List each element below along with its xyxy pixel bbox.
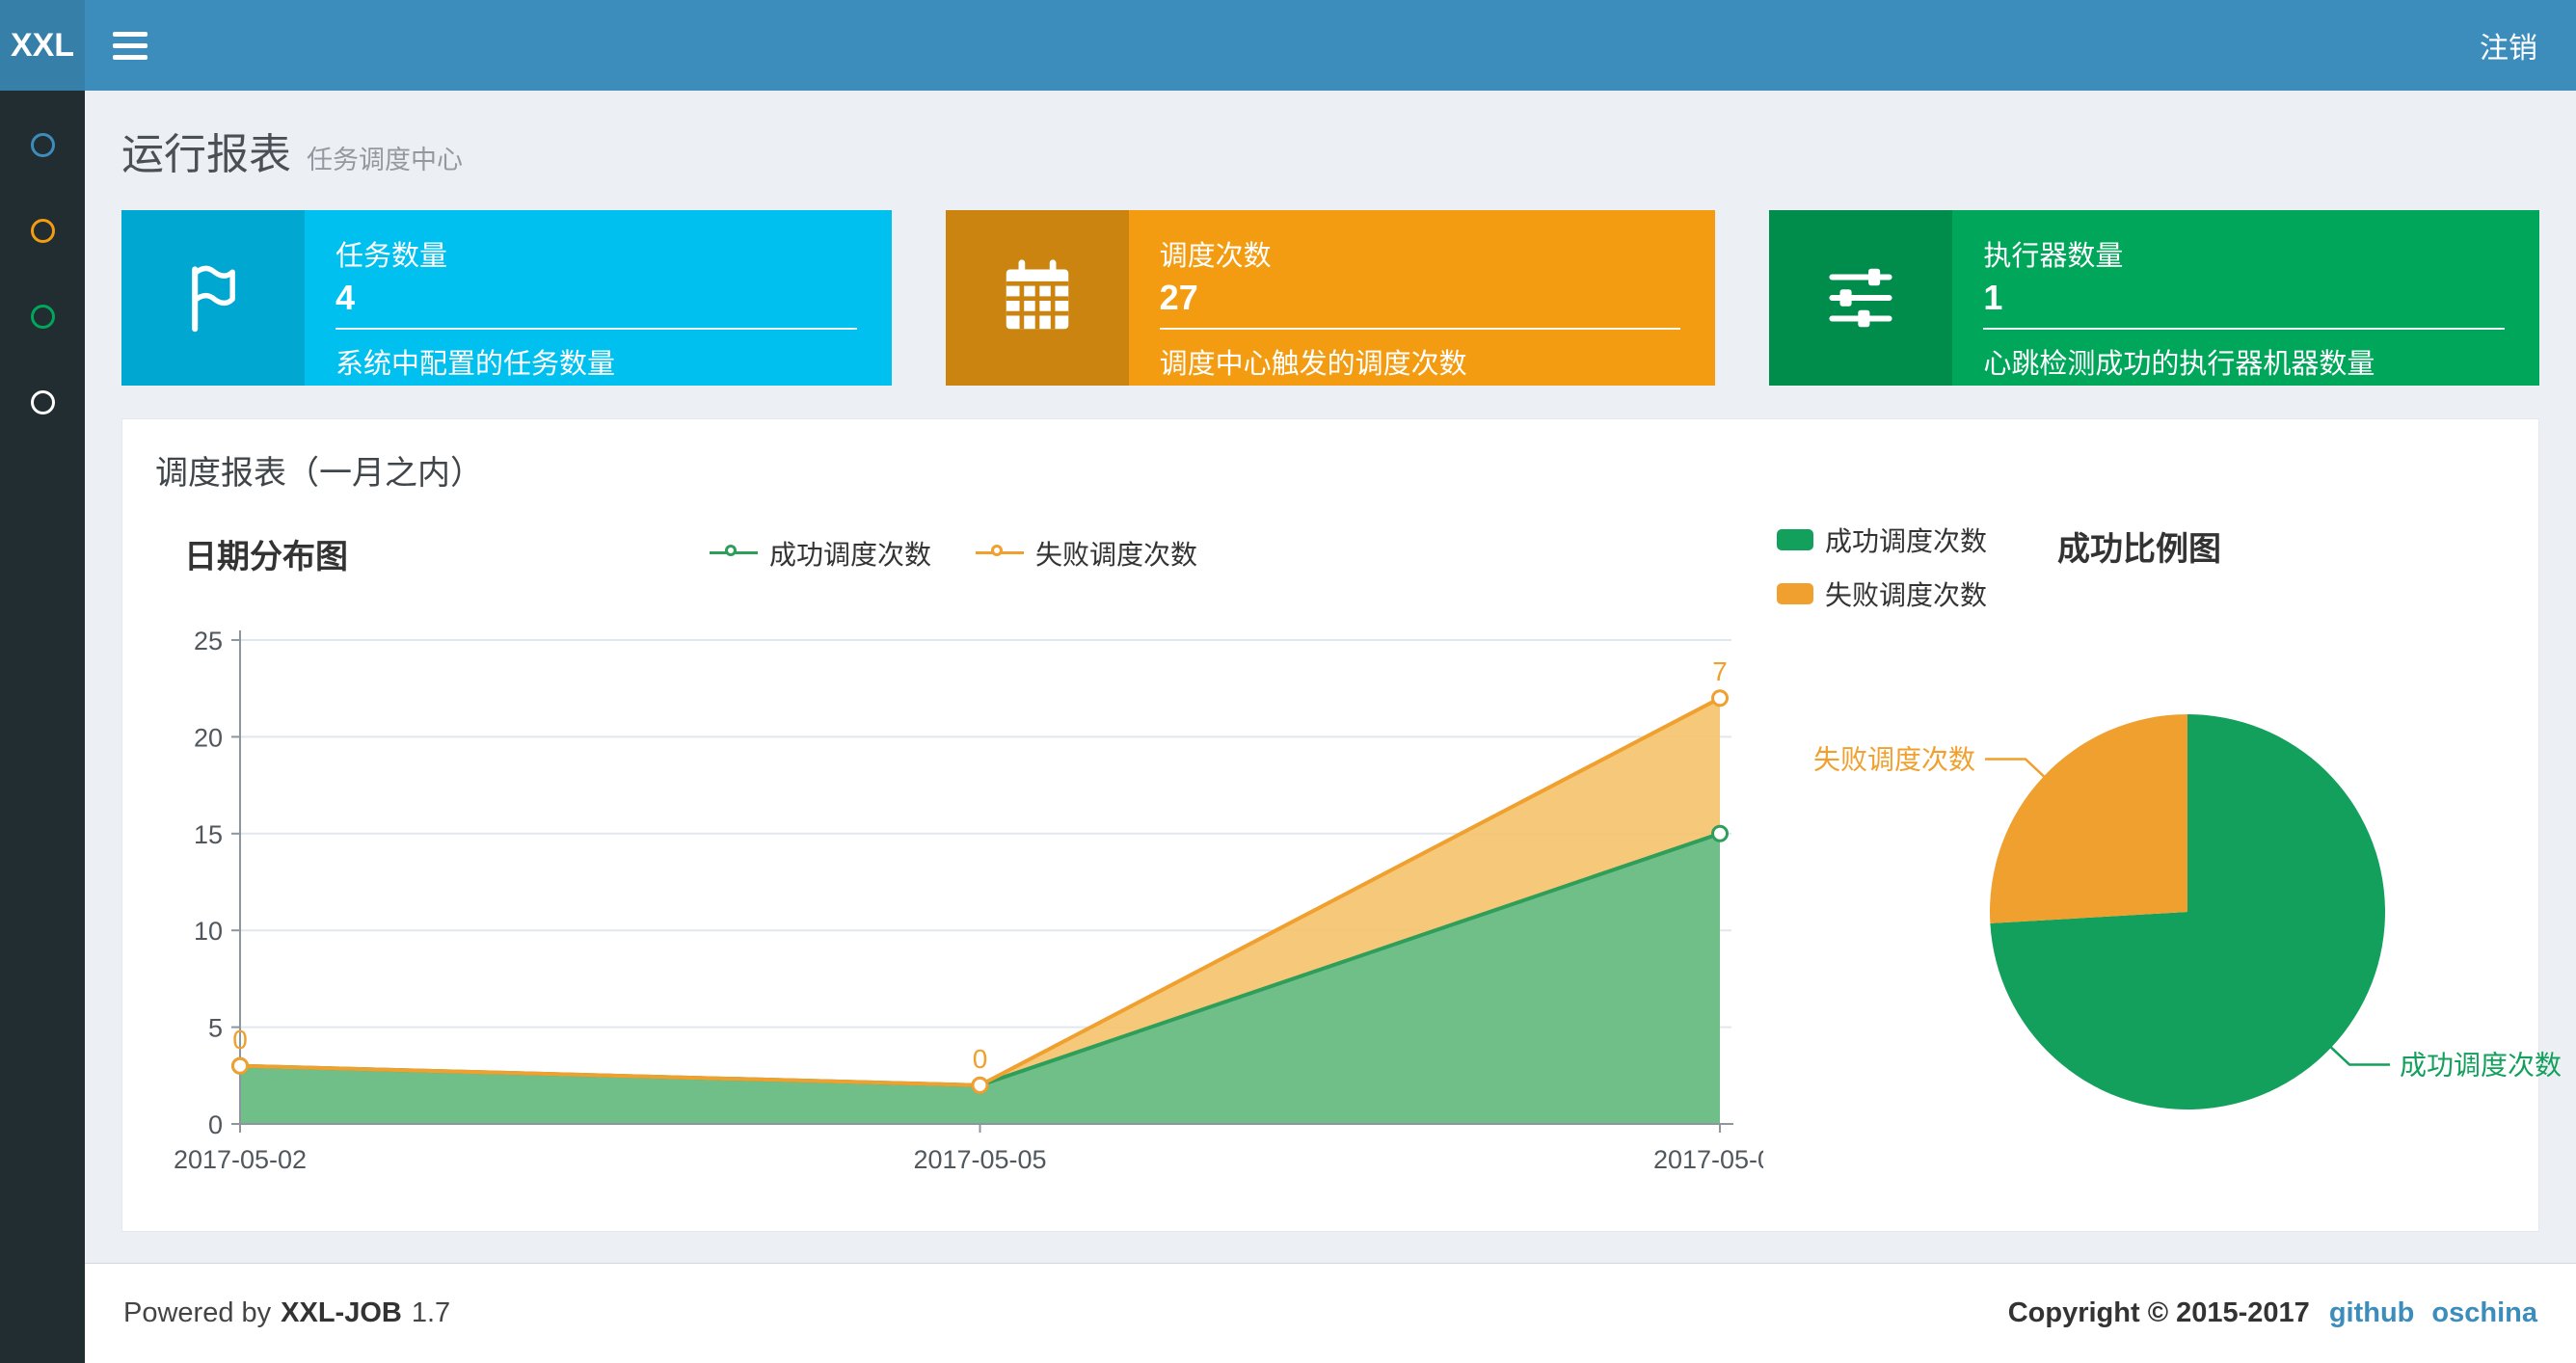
report-panel: 调度报表（一月之内） 日期分布图 成功调度次数 失败调度次数 0 5 10 15 20 25… bbox=[121, 418, 2562, 1232]
pie-chart-title: 成功比例图 bbox=[2057, 531, 2221, 568]
legend-swatch-icon bbox=[1777, 583, 1813, 604]
summary-boxes: 任务数量 4 系统中配置的任务数量 调度次数 27 调度中心触发的调度次数 执行… bbox=[121, 210, 2540, 386]
svg-text:2017-05-05: 2017-05-05 bbox=[913, 1145, 1046, 1174]
date-distribution-section: 日期分布图 成功调度次数 失败调度次数 0 5 10 15 20 25 2017-05-02 2… bbox=[144, 517, 1786, 1202]
pie-legend-item-1[interactable]: 成功调度次数 bbox=[1777, 521, 1987, 559]
sidebar-toggle-icon[interactable] bbox=[85, 0, 175, 91]
legend-label: 失败调度次数 bbox=[1035, 540, 1198, 570]
legend-label: 成功调度次数 bbox=[1825, 526, 1988, 556]
divider bbox=[1159, 328, 1681, 330]
sidebar bbox=[0, 91, 85, 1363]
legend-line-marker-icon bbox=[709, 545, 758, 562]
divider bbox=[335, 328, 857, 330]
date-distribution-chart[interactable]: 05101520252017-05-022017-05-052017-05-08… bbox=[144, 590, 1786, 1197]
powered-by: Powered by XXL-JOB 1.7 bbox=[123, 1297, 451, 1328]
logout-link[interactable]: 注销 bbox=[2441, 0, 2576, 91]
pie-legend-item-2[interactable]: 失败调度次数 bbox=[1777, 575, 1987, 613]
divider bbox=[1983, 328, 2506, 330]
sidebar-item-4-circle-icon[interactable] bbox=[30, 390, 55, 414]
svg-text:15: 15 bbox=[194, 820, 223, 849]
svg-text:2017-05-08: 2017-05-08 bbox=[1653, 1145, 1763, 1174]
legend-label: 成功调度次数 bbox=[768, 540, 931, 570]
info-box-description: 系统中配置的任务数量 bbox=[335, 349, 616, 380]
success-ratio-pie-chart[interactable]: 成功调度次数 失败调度次数 bbox=[1763, 623, 2576, 1163]
github-link[interactable]: github bbox=[2329, 1297, 2415, 1329]
svg-text:2017-05-02: 2017-05-02 bbox=[174, 1145, 307, 1174]
svg-text:20: 20 bbox=[194, 723, 223, 752]
sidebar-item-2-circle-icon[interactable] bbox=[30, 219, 55, 243]
calendar-icon bbox=[945, 210, 1129, 386]
page-title: 运行报表 任务调度中心 bbox=[121, 120, 2539, 181]
svg-text:0: 0 bbox=[232, 1025, 248, 1055]
svg-text:25: 25 bbox=[194, 627, 223, 655]
version-number: 1.7 bbox=[411, 1297, 451, 1328]
oschina-link[interactable]: oschina bbox=[2431, 1297, 2537, 1329]
page-footer: Powered by XXL-JOB 1.7 Copyright © 2015-20… bbox=[85, 1263, 2576, 1363]
sliders-icon bbox=[1769, 210, 1953, 386]
legend-line-marker-icon bbox=[976, 545, 1024, 562]
svg-text:10: 10 bbox=[194, 917, 223, 946]
content-header: 运行报表 任务调度中心 bbox=[85, 91, 2576, 181]
pie-chart-legend: 成功调度次数 失败调度次数 bbox=[1777, 521, 1987, 613]
svg-text:5: 5 bbox=[208, 1014, 223, 1043]
info-box-value: 4 bbox=[335, 278, 356, 317]
info-box-value: 1 bbox=[1983, 278, 2003, 317]
panel-title: 调度报表（一月之内） bbox=[155, 455, 483, 492]
sidebar-item-3-circle-icon[interactable] bbox=[30, 305, 55, 329]
page-subtitle: 任务调度中心 bbox=[307, 146, 463, 174]
app-logo[interactable]: XXL bbox=[0, 0, 85, 91]
svg-text:成功调度次数: 成功调度次数 bbox=[2400, 1051, 2562, 1081]
info-box-jobs: 任务数量 4 系统中配置的任务数量 bbox=[121, 210, 892, 386]
top-navbar: XXL 注销 bbox=[0, 0, 2576, 91]
info-box-description: 调度中心触发的调度次数 bbox=[1159, 349, 1467, 380]
line-legend-item-2[interactable]: 失败调度次数 bbox=[976, 534, 1197, 573]
info-box-label: 任务数量 bbox=[335, 241, 448, 272]
info-box-label: 调度次数 bbox=[1159, 241, 1272, 272]
info-box-description: 心跳检测成功的执行器机器数量 bbox=[1983, 349, 2375, 380]
svg-text:7: 7 bbox=[1712, 656, 1728, 686]
svg-text:失败调度次数: 失败调度次数 bbox=[1813, 744, 1975, 774]
info-box-triggers: 调度次数 27 调度中心触发的调度次数 bbox=[945, 210, 1716, 386]
legend-label: 失败调度次数 bbox=[1825, 580, 1988, 610]
line-chart-legend: 成功调度次数 失败调度次数 bbox=[144, 517, 1763, 590]
line-legend-item-1[interactable]: 成功调度次数 bbox=[709, 534, 931, 573]
sidebar-item-1-circle-icon[interactable] bbox=[30, 133, 55, 157]
brand-name: XXL-JOB bbox=[281, 1297, 402, 1328]
info-box-value: 27 bbox=[1159, 278, 1198, 317]
svg-text:0: 0 bbox=[973, 1044, 988, 1074]
svg-text:0: 0 bbox=[208, 1110, 223, 1139]
legend-swatch-icon bbox=[1777, 529, 1813, 550]
page-title-text: 运行报表 bbox=[121, 131, 291, 178]
copyright-text: Copyright © 2015-2017 bbox=[2007, 1297, 2310, 1328]
content-area: 运行报表 任务调度中心 任务数量 4 系统中配置的任务数量 调度次数 27 调度… bbox=[85, 91, 2576, 1263]
flag-icon bbox=[121, 210, 305, 386]
info-box-label: 执行器数量 bbox=[1983, 241, 2124, 272]
success-ratio-section: 成功调度次数 失败调度次数 成功比例图 成功调度次数 失败调度次数 bbox=[1763, 517, 2562, 1202]
info-box-executors: 执行器数量 1 心跳检测成功的执行器机器数量 bbox=[1769, 210, 2540, 386]
